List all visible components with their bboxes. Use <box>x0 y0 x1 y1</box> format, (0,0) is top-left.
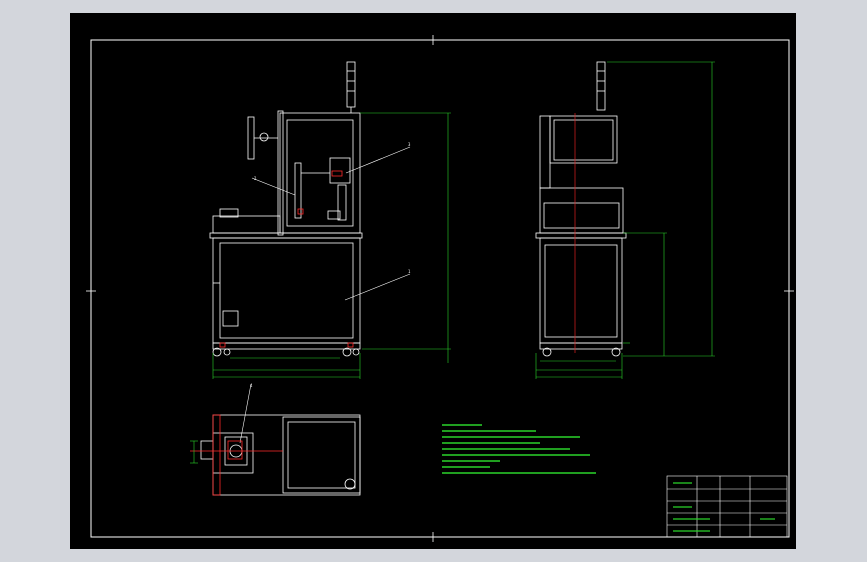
notes-strokes <box>442 424 775 532</box>
cad-viewport[interactable]: 2 3 1 4 <box>70 13 796 549</box>
